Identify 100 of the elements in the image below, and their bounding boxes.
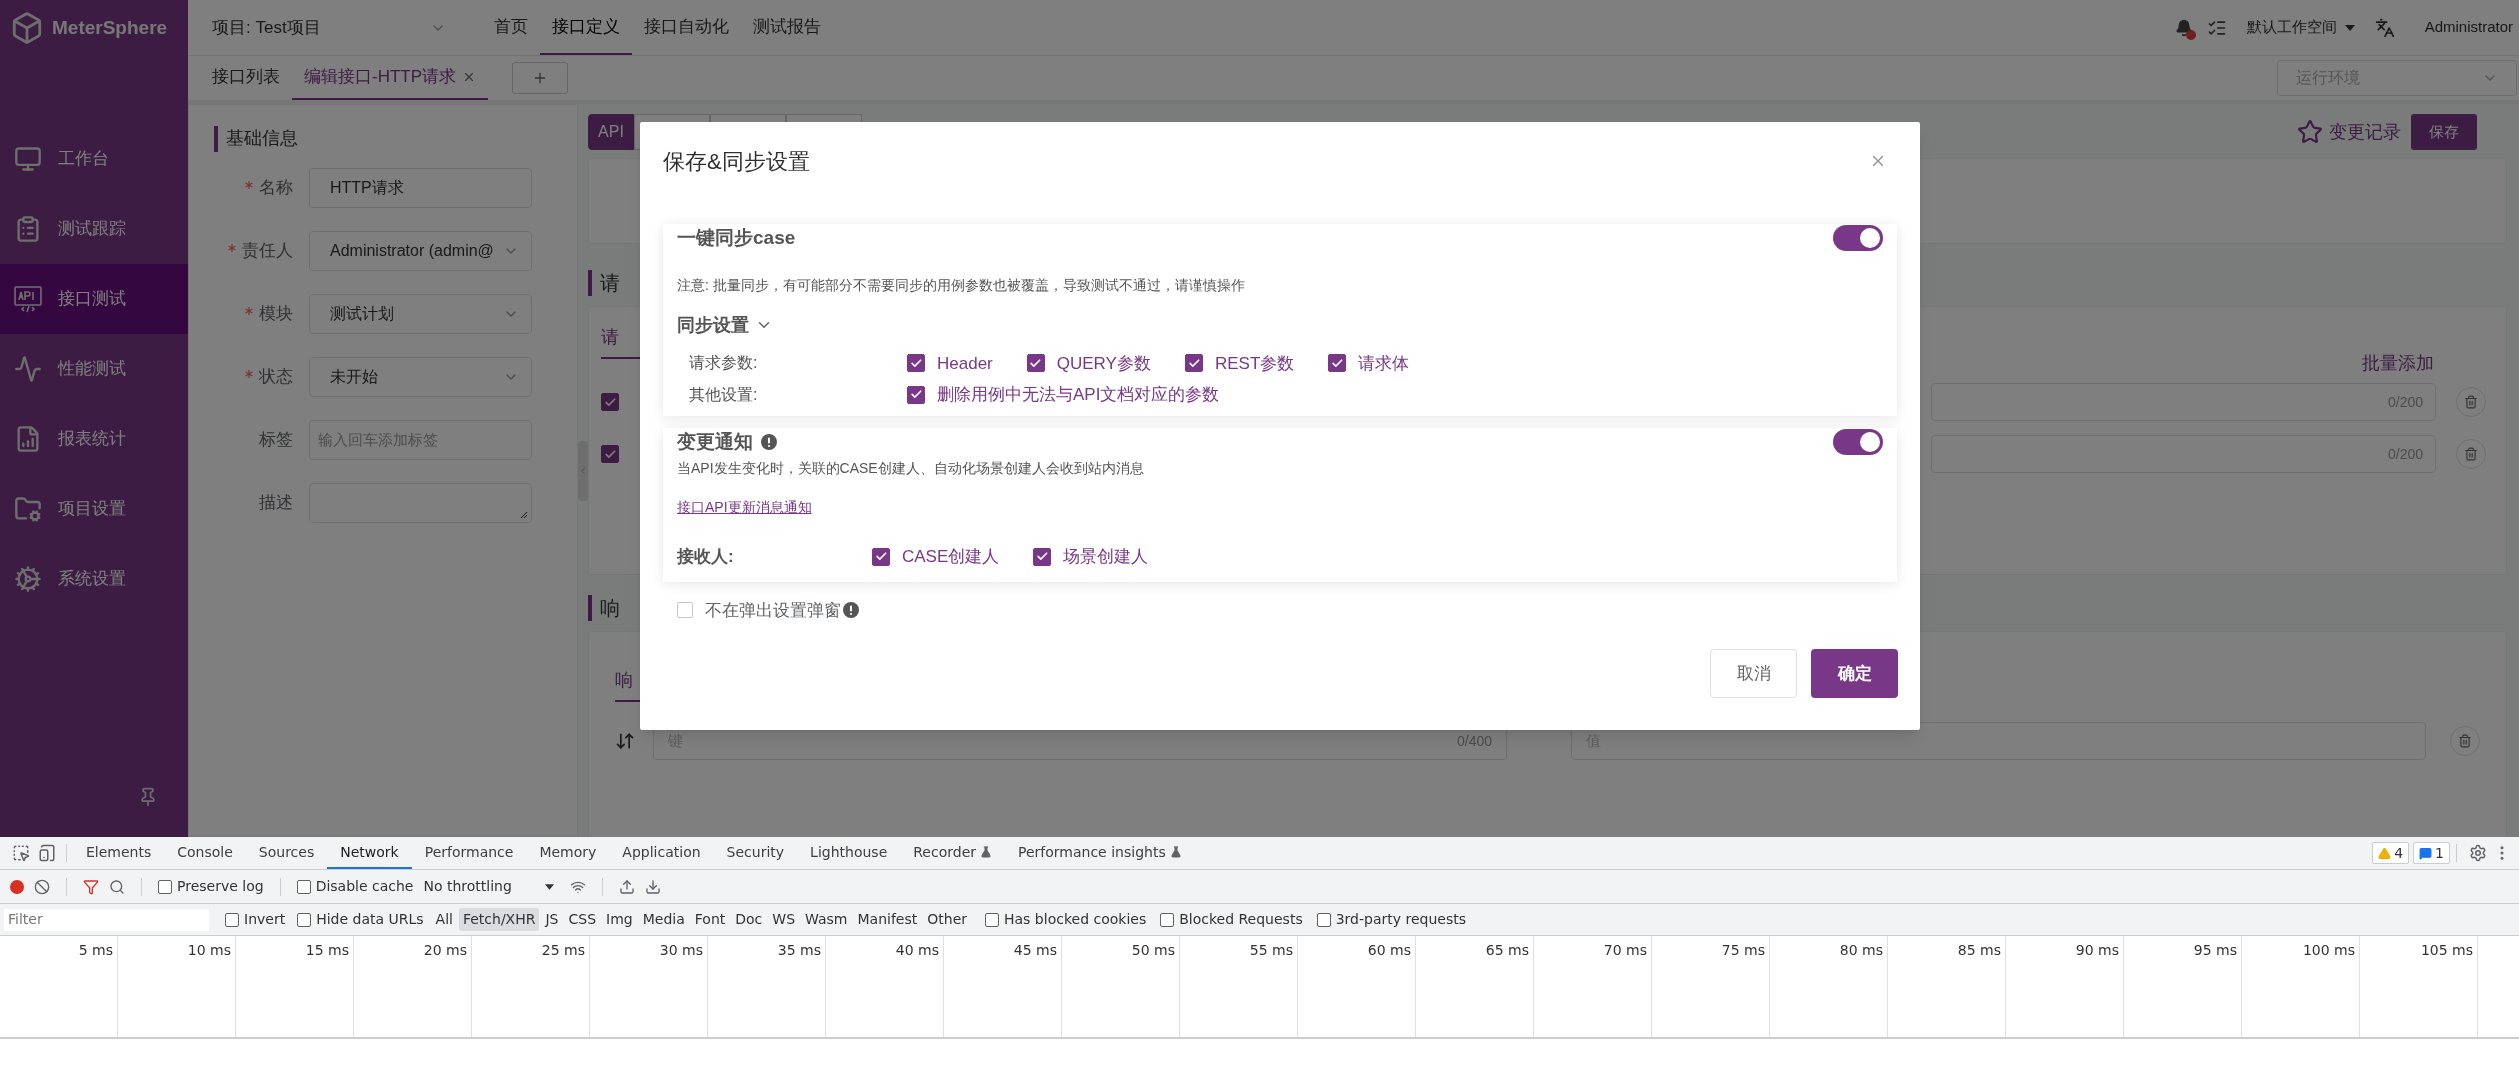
checkbox[interactable]	[158, 879, 172, 894]
type-filter-button[interactable]: Fetch/XHR	[458, 908, 540, 931]
sidebar-item[interactable]: 项目设置	[0, 474, 188, 544]
devtools-tab[interactable]: Console	[164, 837, 246, 869]
devtools-tab[interactable]: Application	[609, 837, 714, 869]
checkbox[interactable]	[907, 354, 925, 373]
textarea-field[interactable]	[309, 483, 532, 523]
sync-settings-toggle[interactable]: 同步设置	[677, 311, 1883, 339]
check-icon	[909, 356, 923, 370]
devtools-tab[interactable]: Elements	[73, 837, 165, 869]
sidebar-item[interactable]: 测试跟踪	[0, 194, 188, 264]
batch-add-link[interactable]: 批量添加	[2362, 350, 2434, 377]
check-icon	[1187, 356, 1201, 370]
devtools-tab[interactable]: Memory	[526, 837, 610, 869]
sidebar-item[interactable]: 报表统计	[0, 404, 188, 474]
notification-link[interactable]: 接口API更新消息通知	[677, 497, 812, 518]
nav-tab[interactable]: 首页	[482, 0, 540, 55]
import-icon[interactable]	[619, 878, 636, 895]
devtools-tab[interactable]: Recorder	[900, 837, 1005, 869]
checkbox[interactable]	[1184, 354, 1203, 373]
type-filter-button[interactable]: JS	[541, 908, 563, 931]
warning-icon	[2378, 846, 2392, 860]
check-icon	[1029, 356, 1043, 370]
toggle-switch[interactable]	[1833, 428, 1883, 455]
settings-icon[interactable]	[2469, 844, 2487, 862]
devtools-tab[interactable]: Sources	[245, 837, 328, 869]
message-badge[interactable]: 1	[2413, 842, 2450, 864]
page-tab[interactable]: 编辑接口-HTTP请求	[292, 56, 489, 100]
checkbox[interactable]	[297, 912, 312, 927]
sidebar-item[interactable]: 工作台	[0, 124, 188, 194]
devtools-tab[interactable]: Lighthouse	[797, 837, 901, 869]
editor-tab[interactable]: API	[588, 114, 634, 150]
checkbox[interactable]	[296, 879, 311, 894]
change-log-link[interactable]: 变更记录	[2329, 118, 2401, 146]
throttling-select[interactable]: No throttling	[423, 876, 536, 897]
pin-icon[interactable]	[138, 787, 158, 807]
workspace-select[interactable]: 默认工作空间	[2246, 16, 2337, 39]
checkbox[interactable]	[907, 385, 925, 404]
checkbox[interactable]	[1033, 547, 1052, 566]
check-icon	[1330, 356, 1344, 370]
checkbox[interactable]	[985, 912, 999, 927]
type-filter-button[interactable]: Img	[602, 908, 637, 931]
type-filter-button[interactable]: Manifest	[853, 908, 922, 931]
inspect-icon[interactable]	[12, 844, 30, 862]
chevron-left-icon	[578, 465, 588, 476]
devtools-tab[interactable]: Performance	[411, 837, 527, 869]
warning-badge[interactable]: 4	[2372, 842, 2410, 864]
section-title: 请	[600, 271, 620, 296]
checkbox[interactable]	[1160, 912, 1175, 927]
checkbox[interactable]	[601, 445, 619, 463]
filter-icon[interactable]	[83, 878, 99, 895]
device-icon[interactable]	[38, 844, 56, 862]
save-button[interactable]: 保存	[2411, 114, 2477, 150]
type-filter-button[interactable]: CSS	[564, 908, 601, 931]
record-button[interactable]	[10, 879, 24, 894]
sort-icon[interactable]	[615, 731, 635, 751]
receivers-label: 接收人:	[677, 546, 735, 568]
select-field[interactable]: Administrator (admin@	[309, 231, 532, 271]
checkbox[interactable]	[1328, 354, 1347, 373]
checkbox[interactable]	[601, 393, 619, 411]
bell-icon[interactable]	[2174, 18, 2193, 37]
type-filter-button[interactable]: Other	[923, 908, 971, 931]
time-tick: 80 ms	[1839, 941, 1883, 960]
checkbox[interactable]	[1026, 354, 1045, 373]
time-tick: 55 ms	[1249, 941, 1293, 960]
clear-icon[interactable]	[34, 878, 50, 895]
time-tick: 25 ms	[541, 941, 585, 960]
devtools-tab[interactable]: Security	[713, 837, 798, 869]
type-filter-button[interactable]: Media	[638, 908, 689, 931]
sidebar-item[interactable]: 性能测试	[0, 334, 188, 404]
star-icon[interactable]	[2297, 119, 2323, 145]
type-filter-button[interactable]: Doc	[731, 908, 767, 931]
confirm-button[interactable]: 确定	[1811, 649, 1898, 698]
language-icon[interactable]	[2374, 17, 2395, 38]
toggle-switch[interactable]	[1833, 225, 1883, 252]
filter-field[interactable]: Filter	[4, 908, 209, 931]
project-select[interactable]: 项目: Test项目	[212, 14, 462, 41]
devtools-tab[interactable]: Performance insights	[1005, 837, 1195, 869]
user-name[interactable]: Administrator	[2424, 16, 2513, 39]
type-filter-button[interactable]: All	[431, 908, 457, 931]
type-filter-button[interactable]: Font	[690, 908, 730, 931]
page-tab[interactable]: 接口列表	[200, 56, 292, 100]
type-filter-button[interactable]: Wasm	[801, 908, 852, 931]
logo-text: MeterSphere	[52, 15, 168, 40]
nav-tab[interactable]: 测试报告	[741, 0, 833, 55]
checkbox-label: Invert	[244, 910, 286, 929]
checkbox[interactable]	[872, 547, 890, 566]
export-icon[interactable]	[645, 878, 662, 895]
select-field[interactable]: 测试计划	[309, 294, 532, 334]
select-field[interactable]: 未开始	[309, 357, 532, 397]
collapse-handle[interactable]	[578, 440, 588, 501]
checkbox[interactable]	[225, 912, 239, 927]
cancel-button[interactable]: 取消	[1710, 649, 1797, 698]
input-field[interactable]: HTTP请求	[309, 168, 532, 208]
nav-tab[interactable]: 接口自动化	[632, 0, 741, 55]
type-filter-button[interactable]: WS	[768, 908, 800, 931]
checkbox[interactable]	[1316, 912, 1331, 927]
search-icon[interactable]	[109, 878, 125, 895]
sidebar-item[interactable]: 接口测试	[0, 264, 188, 334]
sidebar-item[interactable]: 系统设置	[0, 544, 188, 614]
